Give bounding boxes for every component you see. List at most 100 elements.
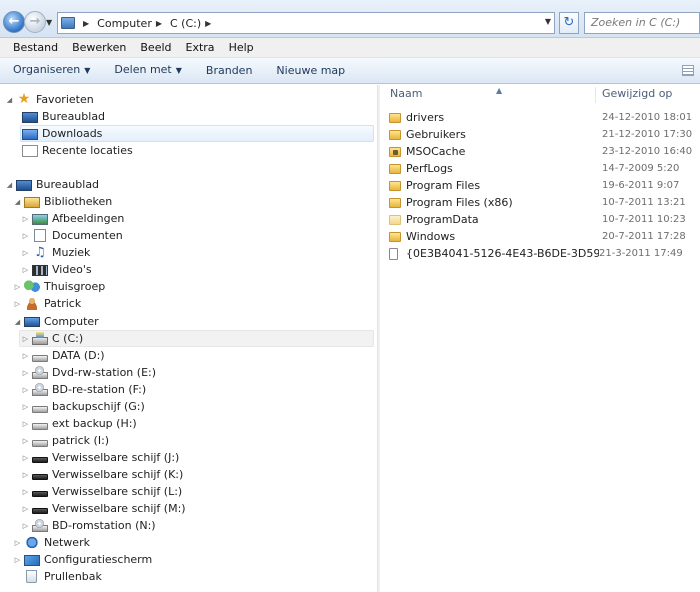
column-header-name[interactable]: Naam ▲ (390, 85, 595, 105)
file-row-drivers[interactable]: drivers 24-12-2010 18:01 (389, 109, 700, 126)
expand-arrow-icon[interactable]: ◢ (5, 181, 14, 189)
tree-item-drive-i[interactable]: ▷ patrick (I:) (21, 432, 109, 449)
collapse-arrow-icon[interactable]: ▷ (13, 300, 22, 308)
expand-arrow-icon[interactable]: ◢ (5, 96, 14, 104)
menu-tools[interactable]: Extra (179, 38, 222, 57)
change-view-icon[interactable] (682, 65, 694, 76)
tree-item-drive-e[interactable]: ▷ Dvd-rw-station (E:) (21, 364, 156, 381)
pane-splitter[interactable] (377, 85, 380, 592)
collapse-arrow-icon[interactable]: ▷ (21, 454, 30, 462)
file-row-programdata[interactable]: ProgramData 10-7-2011 10:23 (389, 211, 700, 228)
tree-item-desktop[interactable]: ◢ Bureaublad (5, 176, 99, 193)
file-row-guid-file[interactable]: {0E3B4041-5126-4E43-B6DE-3D59431D5E... 2… (389, 245, 700, 262)
chevron-right-icon[interactable]: ▶ (205, 19, 211, 28)
homegroup-icon (24, 280, 40, 293)
tree-item-drive-d[interactable]: ▷ DATA (D:) (21, 347, 105, 364)
share-with-button[interactable]: Delen met ▼ (107, 58, 188, 83)
file-name: drivers (406, 111, 445, 124)
tree-item-desktop-favorite[interactable]: Bureaublad (22, 108, 105, 125)
forward-button[interactable]: → (24, 11, 46, 33)
breadcrumb-label: C (C:) (170, 16, 202, 30)
organize-button[interactable]: Organiseren ▼ (6, 58, 97, 83)
collapse-arrow-icon[interactable]: ▷ (21, 335, 30, 343)
collapse-arrow-icon[interactable]: ▷ (21, 369, 30, 377)
collapse-arrow-icon[interactable]: ▷ (13, 539, 22, 547)
tree-item-recycle-bin[interactable]: Prullenbak (24, 568, 102, 585)
collapse-arrow-icon[interactable]: ▷ (21, 352, 30, 360)
chevron-right-icon[interactable]: ▶ (156, 19, 162, 28)
videos-icon (32, 264, 48, 276)
file-name: Program Files (x86) (406, 196, 513, 209)
breadcrumb-root-chevron[interactable]: ▶ (79, 19, 97, 28)
breadcrumb-computer[interactable]: Computer ▶ (97, 17, 170, 30)
tree-item-drive-l[interactable]: ▷ Verwisselbare schijf (L:) (21, 483, 182, 500)
file-row-windows[interactable]: Windows 20-7-2011 17:28 (389, 228, 700, 245)
menu-edit[interactable]: Bewerken (65, 38, 133, 57)
tree-item-drive-k[interactable]: ▷ Verwisselbare schijf (K:) (21, 466, 184, 483)
file-row-program-files-x86[interactable]: Program Files (x86) 10-7-2011 13:21 (389, 194, 700, 211)
collapse-arrow-icon[interactable]: ▷ (21, 403, 30, 411)
collapse-arrow-icon[interactable]: ▷ (21, 471, 30, 479)
tree-item-drive-j[interactable]: ▷ Verwisselbare schijf (J:) (21, 449, 180, 466)
tree-item-documents[interactable]: ▷ Documenten (21, 227, 123, 244)
tree-item-drive-m[interactable]: ▷ Verwisselbare schijf (M:) (21, 500, 186, 517)
collapse-arrow-icon[interactable]: ▷ (21, 437, 30, 445)
tree-item-network[interactable]: ▷ Netwerk (13, 534, 90, 551)
tree-item-recent-places[interactable]: Recente locaties (22, 142, 133, 159)
tree-item-libraries[interactable]: ◢ Bibliotheken (13, 193, 112, 210)
tree-item-user[interactable]: ▷ Patrick (13, 295, 81, 312)
collapse-arrow-icon[interactable]: ▷ (21, 249, 30, 257)
collapse-arrow-icon[interactable]: ▷ (21, 420, 30, 428)
menu-view[interactable]: Beeld (133, 38, 178, 57)
tree-item-music[interactable]: ▷ ♫ Muziek (21, 244, 91, 261)
collapse-arrow-icon[interactable]: ▷ (21, 386, 30, 394)
folder-icon (389, 112, 401, 123)
address-dropdown-icon[interactable]: ▼ (545, 17, 551, 26)
collapse-arrow-icon[interactable]: ▷ (13, 556, 22, 564)
back-button[interactable]: ← (3, 11, 25, 33)
tree-item-label: Verwisselbare schijf (M:) (52, 502, 186, 515)
tree-item-favorites[interactable]: ◢ ★ Favorieten (5, 91, 94, 108)
tree-item-drive-h[interactable]: ▷ ext backup (H:) (21, 415, 137, 432)
column-divider[interactable] (595, 87, 596, 103)
tree-item-pictures[interactable]: ▷ Afbeeldingen (21, 210, 125, 227)
collapse-arrow-icon[interactable]: ▷ (21, 215, 30, 223)
tree-item-downloads[interactable]: Downloads (20, 125, 374, 142)
recent-pages-dropdown-icon[interactable]: ▼ (46, 18, 52, 27)
file-modified-date: 14-7-2009 5:20 (602, 163, 680, 174)
tree-item-videos[interactable]: ▷ Video's (21, 261, 92, 278)
file-row-program-files[interactable]: Program Files 19-6-2011 9:07 (389, 177, 700, 194)
tree-item-drive-f[interactable]: ▷ BD-re-station (F:) (21, 381, 146, 398)
collapse-arrow-icon[interactable]: ▷ (21, 232, 30, 240)
file-row-msocache[interactable]: MSOCache 23-12-2010 16:40 (389, 143, 700, 160)
collapse-arrow-icon[interactable]: ▷ (21, 505, 30, 513)
tree-item-drive-n[interactable]: ▷ BD-romstation (N:) (21, 517, 156, 534)
file-row-perflogs[interactable]: PerfLogs 14-7-2009 5:20 (389, 160, 700, 177)
collapse-arrow-icon[interactable]: ▷ (21, 266, 30, 274)
collapse-arrow-icon[interactable]: ▷ (21, 488, 30, 496)
burn-button[interactable]: Branden (199, 59, 260, 83)
breadcrumb-drive[interactable]: C (C:) ▶ (170, 17, 219, 30)
address-bar[interactable]: ▶ Computer ▶ C (C:) ▶ ▼ (57, 12, 555, 34)
new-folder-button[interactable]: Nieuwe map (269, 59, 352, 83)
tree-item-homegroup[interactable]: ▷ Thuisgroep (13, 278, 105, 295)
hard-drive-icon (32, 405, 48, 413)
menu-file[interactable]: Bestand (6, 38, 65, 57)
tree-item-drive-g[interactable]: ▷ backupschijf (G:) (21, 398, 145, 415)
column-header-modified[interactable]: Gewijzigd op (602, 85, 700, 105)
collapse-arrow-icon[interactable]: ▷ (13, 283, 22, 291)
file-name: Program Files (406, 179, 481, 192)
search-input[interactable]: Zoeken in C (C:) (584, 12, 700, 34)
tree-item-drive-c[interactable]: ▷ C (C:) (19, 330, 374, 347)
tree-item-label: Bureaublad (36, 178, 100, 191)
file-row-users[interactable]: Gebruikers 21-12-2010 17:30 (389, 126, 700, 143)
menu-help[interactable]: Help (222, 38, 261, 57)
expand-arrow-icon[interactable]: ◢ (13, 318, 22, 326)
collapse-arrow-icon[interactable]: ▷ (21, 522, 30, 530)
tree-item-control-panel[interactable]: ▷ Configuratiescherm (13, 551, 152, 568)
refresh-button[interactable]: ↻ (559, 12, 579, 34)
expand-arrow-icon[interactable]: ◢ (13, 198, 22, 206)
tree-item-computer[interactable]: ◢ Computer (13, 313, 99, 330)
documents-icon (34, 229, 46, 242)
file-modified-date: 24-12-2010 18:01 (602, 112, 693, 123)
